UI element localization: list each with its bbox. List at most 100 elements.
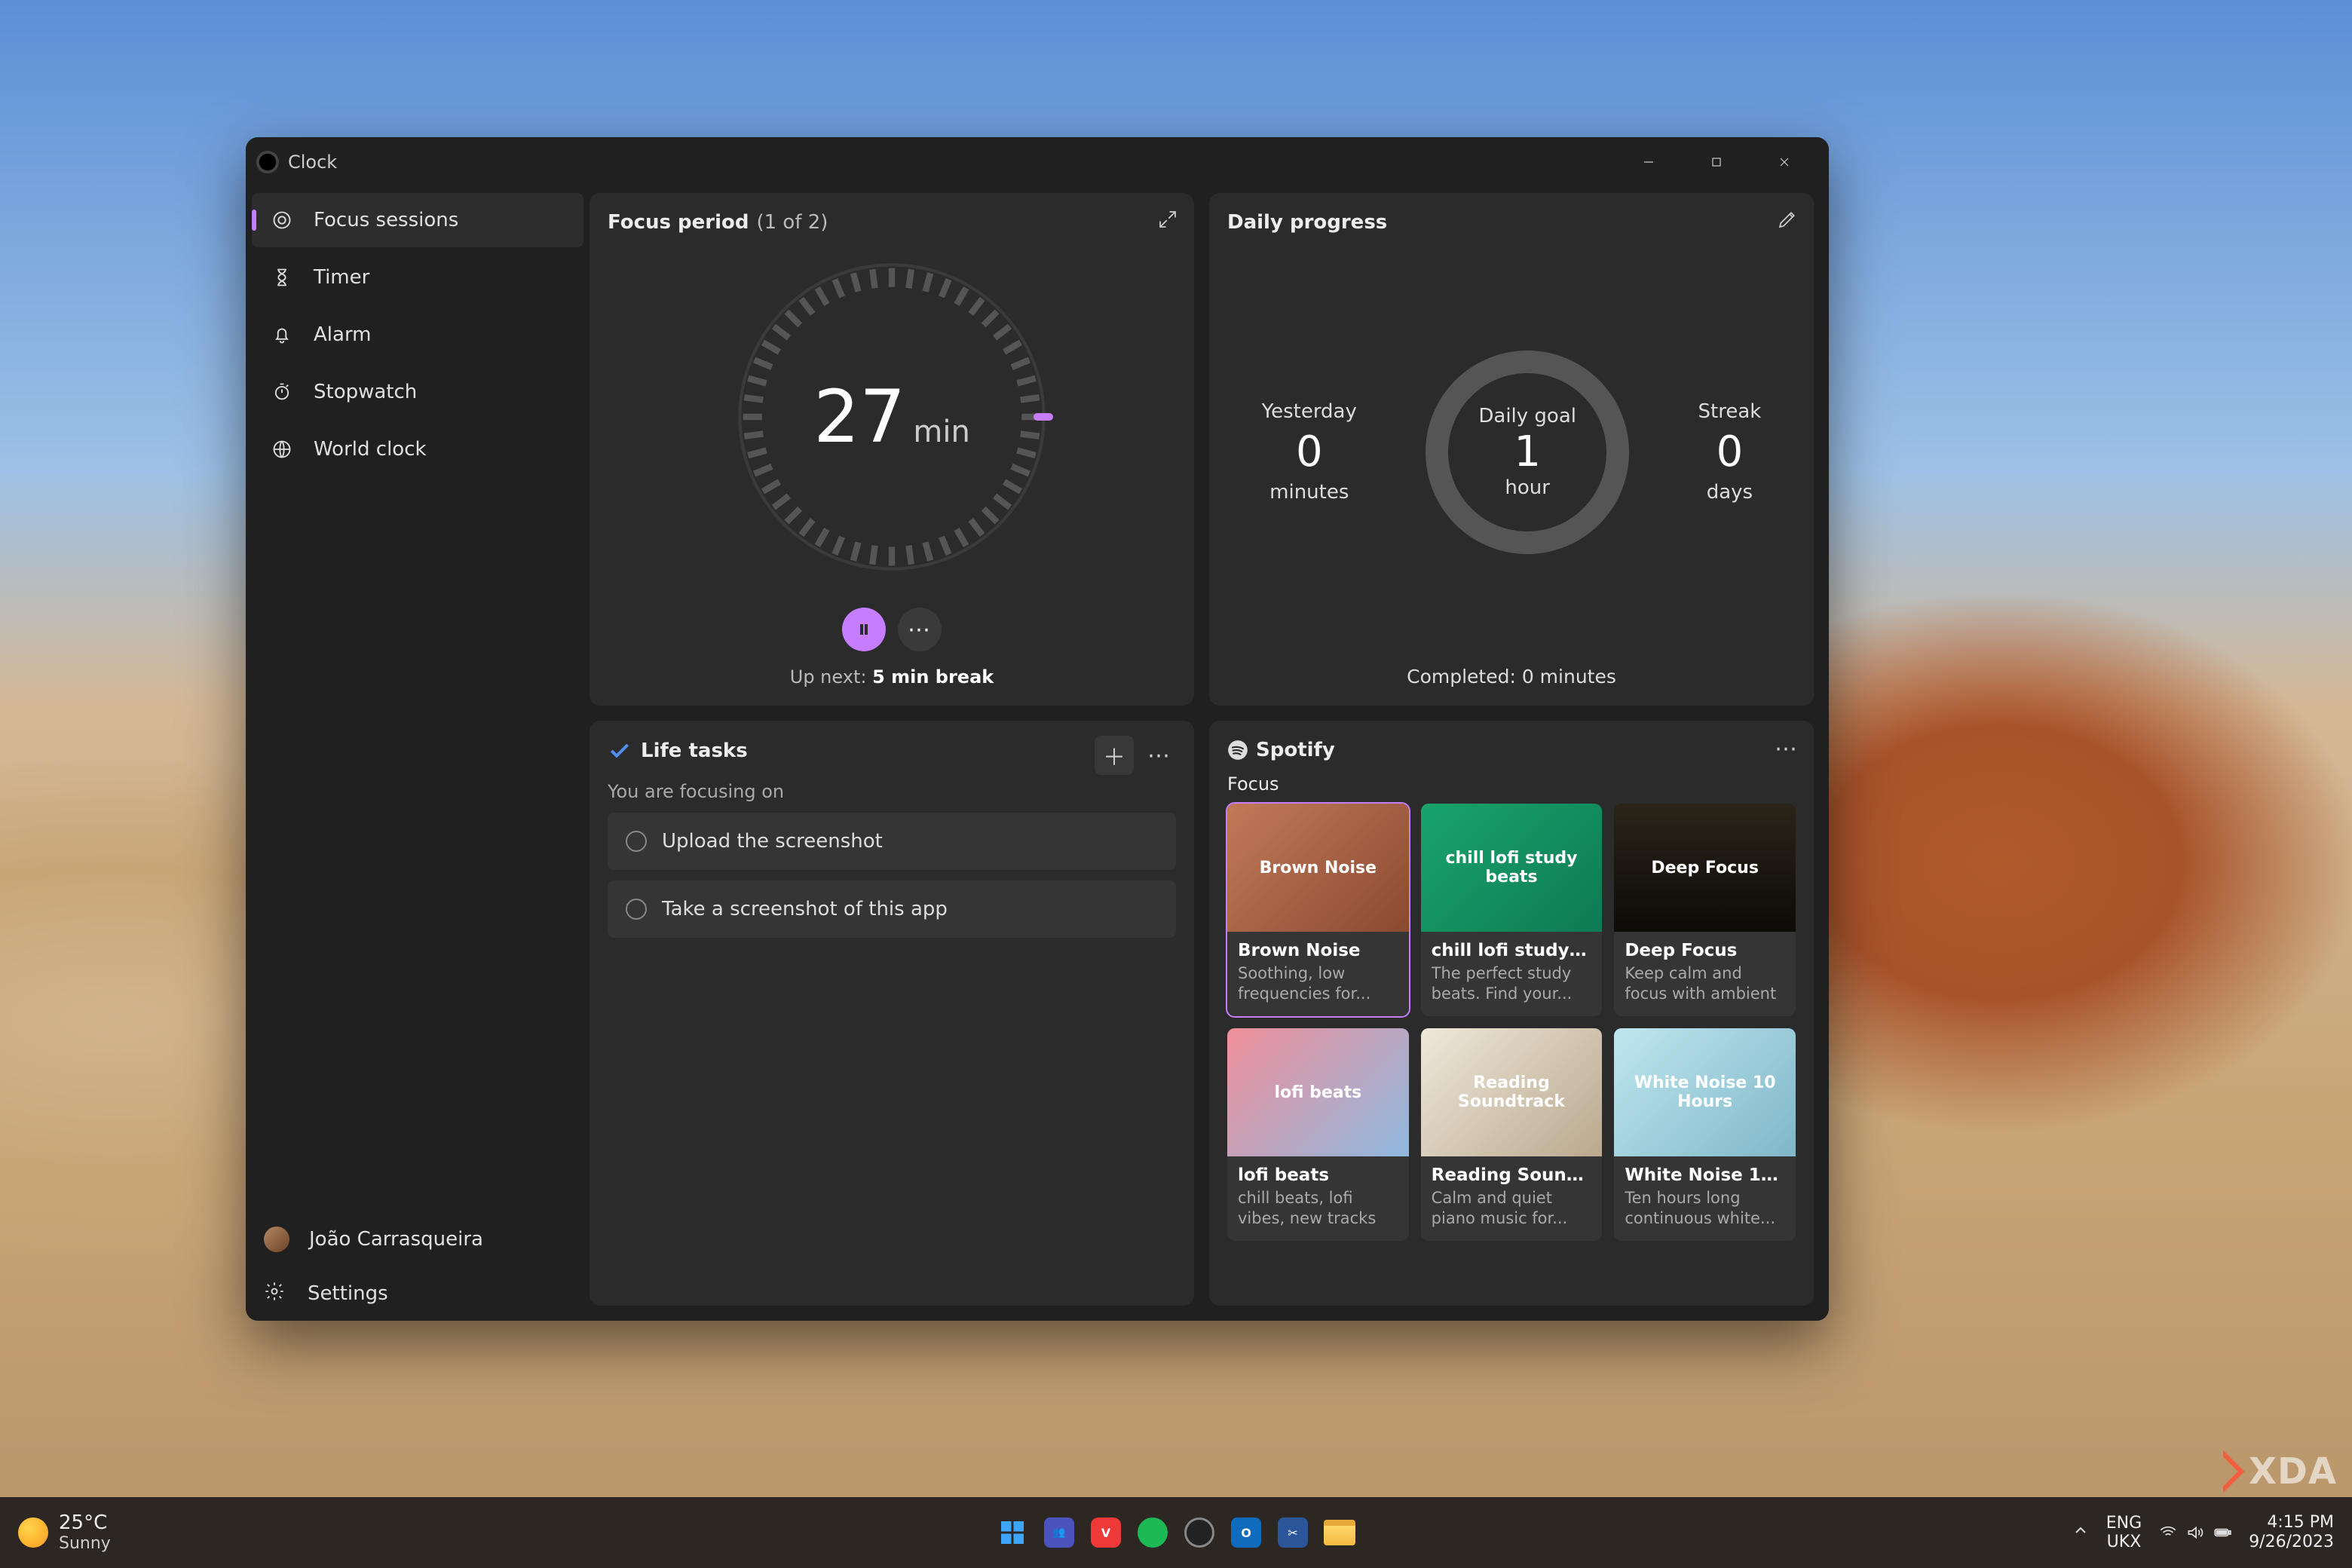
app-title: Clock: [288, 152, 337, 173]
clock-tray[interactable]: 4:15 PM 9/26/2023: [2249, 1513, 2334, 1553]
spotify-card: Spotify ⋯ Focus Brown Noise Brown Noise …: [1209, 721, 1814, 1306]
nav-label: Stopwatch: [314, 381, 417, 403]
folder-icon: [1324, 1520, 1355, 1545]
spotify-more-button[interactable]: ⋯: [1775, 736, 1799, 762]
account-button[interactable]: João Carrasqueira: [246, 1212, 590, 1266]
settings-label: Settings: [308, 1282, 388, 1305]
spotify-icon: [1227, 740, 1248, 761]
upnext-prefix: Up next:: [790, 666, 872, 688]
volume-icon: [2185, 1523, 2205, 1542]
more-options-button[interactable]: ⋯: [898, 608, 942, 651]
focus-title-text: Focus period: [608, 211, 749, 234]
pencil-icon: [1776, 208, 1799, 231]
playlist-cover: chill lofi study beats: [1421, 804, 1603, 932]
spotify-taskbar-icon: [1138, 1517, 1168, 1548]
playlist-name: lofi beats: [1238, 1165, 1398, 1185]
playlist-name: Deep Focus: [1625, 941, 1785, 960]
start-button[interactable]: [993, 1513, 1032, 1552]
tray-date: 9/26/2023: [2249, 1533, 2334, 1552]
taskbar-app-snip[interactable]: ✂: [1273, 1513, 1312, 1552]
playlist-card[interactable]: lofi beats lofi beats chill beats, lofi …: [1227, 1028, 1409, 1241]
tray-expand-button[interactable]: [2072, 1521, 2090, 1544]
playlist-cover: Reading Soundtrack: [1421, 1028, 1603, 1156]
nav-stopwatch[interactable]: Stopwatch: [252, 365, 583, 419]
tasks-title: Life tasks: [641, 740, 748, 762]
stat-streak: Streak 0 days: [1698, 400, 1762, 504]
main-content: Focus period (1 of 2) 27: [590, 187, 1829, 1321]
taskbar-app-outlook[interactable]: O: [1227, 1513, 1266, 1552]
wifi-icon: [2158, 1523, 2178, 1542]
playlist-cover: lofi beats: [1227, 1028, 1409, 1156]
nav-focus-sessions[interactable]: Focus sessions: [252, 193, 583, 247]
language-button[interactable]: ENG UKX: [2106, 1514, 2142, 1551]
task-item[interactable]: Upload the screenshot: [608, 813, 1176, 870]
windows-icon: [999, 1519, 1026, 1546]
stat-label: Daily goal: [1478, 405, 1576, 427]
nav-timer[interactable]: Timer: [252, 250, 583, 305]
sidebar: Focus sessions Timer Alarm Stopwatch Wor…: [246, 187, 590, 1321]
kbd-layout: UKX: [2106, 1533, 2142, 1551]
nav-label: Focus sessions: [314, 209, 458, 231]
pause-button[interactable]: [842, 608, 886, 651]
watermark-text: XDA: [2249, 1450, 2337, 1493]
nav-alarm[interactable]: Alarm: [252, 308, 583, 362]
expand-focus-button[interactable]: [1156, 208, 1179, 234]
taskbar-app-clock[interactable]: [1180, 1513, 1219, 1552]
titlebar[interactable]: Clock: [246, 137, 1829, 187]
weather-temp: 25°C: [59, 1512, 111, 1534]
gear-icon: [264, 1281, 288, 1307]
hourglass-icon: [270, 265, 294, 289]
taskbar-app-explorer[interactable]: [1320, 1513, 1359, 1552]
ellipsis-icon: ⋯: [1775, 736, 1799, 762]
spotify-section-label: Focus: [1227, 773, 1796, 795]
todo-icon: [608, 739, 632, 763]
taskbar-apps: 👥 V O ✂: [993, 1513, 1359, 1552]
sun-icon: [18, 1517, 48, 1548]
stat-yesterday: Yesterday 0 minutes: [1262, 400, 1357, 504]
tasks-more-button[interactable]: ⋯: [1140, 736, 1179, 775]
minimize-button[interactable]: [1615, 139, 1683, 185]
watermark-icon: [2202, 1450, 2245, 1493]
stopwatch-icon: [270, 380, 294, 404]
playlist-card[interactable]: Reading Soundtrack Reading Soundtr... Ca…: [1421, 1028, 1603, 1241]
playlist-cover: Deep Focus: [1614, 804, 1796, 932]
taskbar-app-teams[interactable]: 👥: [1040, 1513, 1079, 1552]
taskbar-app-spotify[interactable]: [1133, 1513, 1172, 1552]
app-icon: [256, 151, 279, 173]
settings-button[interactable]: Settings: [246, 1266, 590, 1321]
stat-unit: hour: [1505, 476, 1550, 499]
playlist-card[interactable]: White Noise 10 Hours White Noise 10 H...…: [1614, 1028, 1796, 1241]
daily-progress-card: Daily progress Yesterday 0 minutes Daily…: [1209, 193, 1814, 706]
system-tray[interactable]: [2158, 1523, 2232, 1542]
edit-goal-button[interactable]: [1776, 208, 1799, 234]
stat-value: 1: [1514, 427, 1541, 476]
completed-text: Completed: 0 minutes: [1227, 666, 1796, 688]
user-name: João Carrasqueira: [309, 1228, 483, 1251]
task-label: Upload the screenshot: [662, 830, 883, 853]
playlist-card[interactable]: Brown Noise Brown Noise Soothing, low fr…: [1227, 804, 1409, 1016]
stat-unit: days: [1698, 481, 1762, 504]
add-task-button[interactable]: ＋: [1095, 736, 1134, 775]
task-item[interactable]: Take a screenshot of this app: [608, 880, 1176, 938]
dial-ticks: [733, 259, 1050, 575]
clock-taskbar-icon: [1184, 1517, 1214, 1548]
weather-widget[interactable]: 25°C Sunny: [0, 1512, 111, 1553]
playlist-card[interactable]: chill lofi study beats chill lofi study …: [1421, 804, 1603, 1016]
stat-value: 0: [1698, 427, 1762, 476]
upnext-value: 5 min break: [872, 666, 994, 688]
task-radio[interactable]: [626, 831, 647, 852]
nav-world-clock[interactable]: World clock: [252, 422, 583, 476]
teams-icon: 👥: [1044, 1517, 1074, 1548]
ellipsis-icon: ⋯: [1147, 743, 1171, 769]
nav-label: Alarm: [314, 323, 372, 346]
playlist-desc: The perfect study beats. Find your...: [1432, 963, 1592, 1004]
watermark: XDA: [2208, 1450, 2337, 1493]
playlist-card[interactable]: Deep Focus Deep Focus Keep calm and focu…: [1614, 804, 1796, 1016]
tasks-card: Life tasks ＋ ⋯ You are focusing on Uploa…: [590, 721, 1194, 1306]
battery-icon: [2213, 1523, 2232, 1542]
close-button[interactable]: [1750, 139, 1818, 185]
task-radio[interactable]: [626, 899, 647, 920]
playlist-desc: Ten hours long continuous white...: [1625, 1188, 1785, 1229]
taskbar-app-vivaldi[interactable]: V: [1086, 1513, 1125, 1552]
maximize-button[interactable]: [1683, 139, 1750, 185]
